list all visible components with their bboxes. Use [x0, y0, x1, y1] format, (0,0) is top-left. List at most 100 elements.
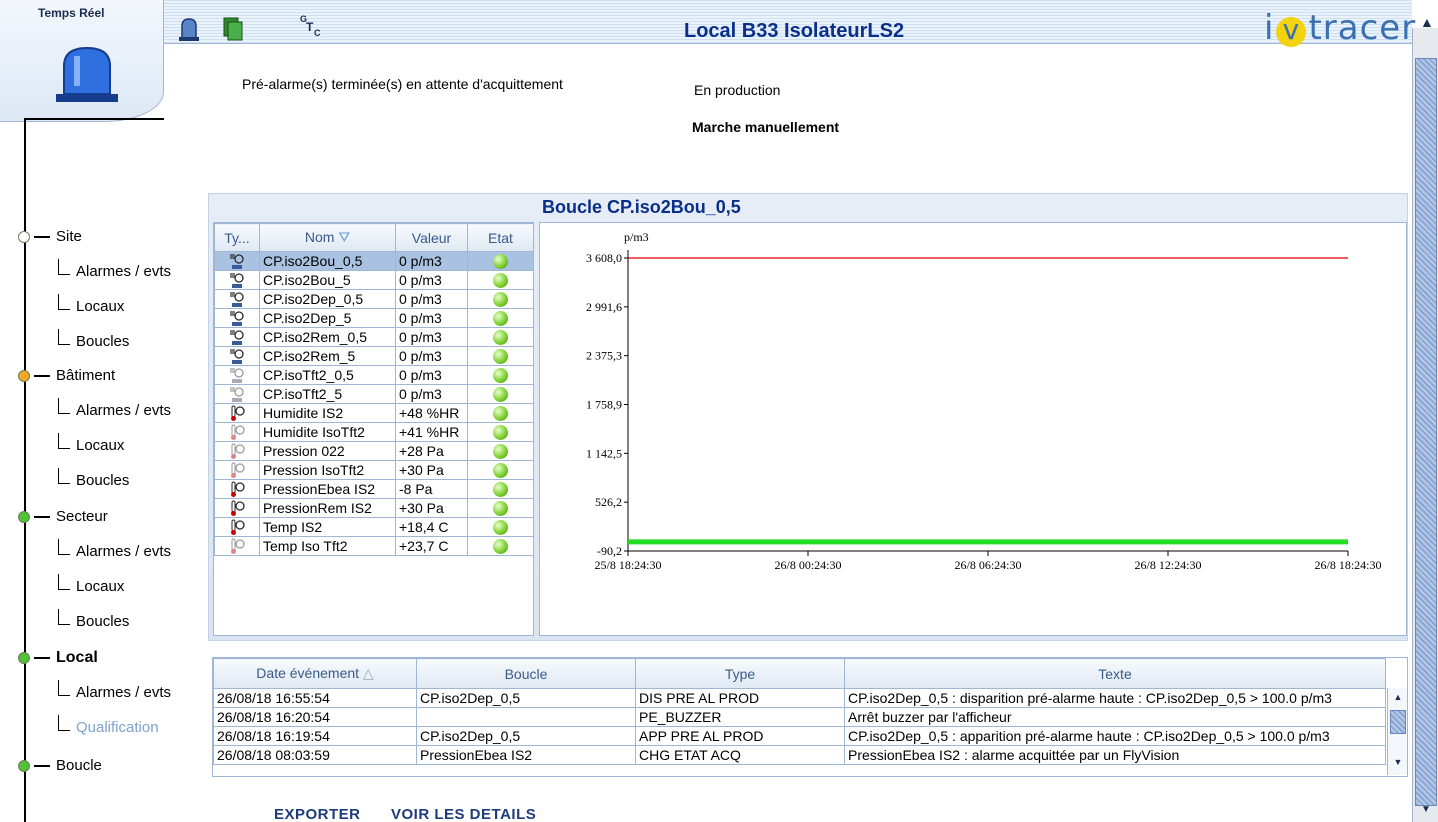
nav-item-3[interactable]: Local — [18, 649, 98, 667]
nav-item-2[interactable]: Secteur — [18, 508, 108, 525]
sensor-row[interactable]: CP.isoTft2_0,5 0 p/m3 — [214, 365, 534, 385]
event-row[interactable]: 26/08/18 16:20:54 PE_BUZZER Arrêt buzzer p… — [213, 707, 1386, 727]
event-row[interactable]: 26/08/18 08:03:59 PressionEbea IS2 CHG ETA… — [213, 745, 1386, 765]
sensor-value: +18,4 C — [395, 517, 468, 537]
documents-icon[interactable] — [220, 16, 246, 42]
sensor-row[interactable]: CP.iso2Rem_5 0 p/m3 — [214, 346, 534, 366]
nav-subitem-3-1[interactable]: Qualification — [58, 714, 159, 736]
sensor-name: CP.iso2Dep_5 — [259, 308, 396, 328]
x-tick-label: 26/8 12:24:30 — [1134, 558, 1201, 572]
logo-v: v — [1276, 16, 1307, 47]
nav-subitem-2-2[interactable]: Boucles — [58, 608, 129, 630]
sensor-name: CP.iso2Rem_5 — [259, 346, 396, 366]
gtc-icon[interactable]: G T C — [300, 14, 326, 40]
logo-i: i — [1264, 8, 1275, 48]
particle-counter-icon — [230, 386, 244, 402]
sensor-row[interactable]: Humidite IsoTft2 +41 %HR — [214, 422, 534, 442]
event-loop — [416, 707, 636, 727]
sensor-value: 0 p/m3 — [395, 384, 468, 404]
sensor-row[interactable]: CP.iso2Dep_0,5 0 p/m3 — [214, 289, 534, 309]
tree-elbow — [58, 258, 70, 275]
sensor-name: CP.iso2Bou_5 — [259, 270, 396, 290]
sensor-type-cell — [214, 498, 260, 518]
realtime-tab[interactable]: Temps Réel — [0, 0, 164, 122]
nav-subitem-2-1[interactable]: Locaux — [58, 573, 124, 595]
sensor-row[interactable]: Temp IS2 +18,4 C — [214, 517, 534, 537]
page-scrollbar[interactable]: ▼ — [1412, 28, 1438, 822]
nav-subitem-label: Boucles — [76, 333, 130, 350]
events-scroll-down-icon[interactable]: ▼ — [1390, 757, 1406, 771]
tree-elbow — [58, 293, 70, 310]
events-scrollbar[interactable]: ▲ ▼ — [1387, 688, 1407, 775]
sensor-name: Humidite IS2 — [259, 403, 396, 423]
sensor-row[interactable]: PressionRem IS2 +30 Pa — [214, 498, 534, 518]
sensor-row[interactable]: Pression 022 +28 Pa — [214, 441, 534, 461]
sensor-state-cell — [467, 422, 534, 442]
col-header-name[interactable]: Nom ⛛ — [259, 223, 396, 252]
thermometer-icon — [231, 500, 245, 516]
sensor-row[interactable]: CP.iso2Bou_5 0 p/m3 — [214, 270, 534, 290]
nav-item-0[interactable]: Site — [18, 228, 82, 245]
event-date: 26/08/18 08:03:59 — [213, 745, 417, 765]
particle-counter-icon — [230, 367, 244, 383]
event-row[interactable]: 26/08/18 16:19:54 CP.iso2Dep_0,5 APP PRE A… — [213, 726, 1386, 746]
sensor-type-cell — [214, 536, 260, 556]
y-tick-label: 526,2 — [595, 495, 622, 509]
tree-elbow — [58, 538, 70, 555]
particle-counter-icon — [230, 291, 244, 307]
sensor-state-cell — [467, 289, 534, 309]
sensor-row[interactable]: Temp Iso Tft2 +23,7 C — [214, 536, 534, 556]
thermometer-icon — [231, 481, 245, 497]
col-header-value[interactable]: Valeur — [395, 223, 468, 252]
y-tick-label: -90,2 — [597, 544, 622, 558]
nav-item-label: Boucle — [56, 757, 102, 774]
sensor-row[interactable]: PressionEbea IS2 -8 Pa — [214, 479, 534, 499]
scroll-down-arrow-icon[interactable]: ▼ — [1415, 804, 1437, 820]
col-header-type[interactable]: Ty... — [214, 223, 260, 252]
sensor-row[interactable]: CP.isoTft2_5 0 p/m3 — [214, 384, 534, 404]
nav-subitem-3-0[interactable]: Alarmes / evts — [58, 679, 171, 701]
nav-item-4[interactable]: Boucle — [18, 757, 102, 774]
sensor-state-cell — [467, 460, 534, 480]
nav-subitem-label: Alarmes / evts — [76, 263, 172, 280]
nav-subitem-1-1[interactable]: Locaux — [58, 432, 124, 454]
sensor-state-cell — [467, 479, 534, 499]
nav-subitem-0-0[interactable]: Alarmes / evts — [58, 258, 172, 280]
col-header-state[interactable]: Etat — [467, 223, 534, 252]
nav-subitem-1-0[interactable]: Alarmes / evts — [58, 397, 171, 419]
tree-elbow — [58, 679, 70, 696]
sensor-type-cell — [214, 517, 260, 537]
loop-title: Boucle CP.iso2Bou_0,5 — [542, 197, 741, 217]
filter-icon[interactable]: ⛛ — [338, 229, 350, 245]
nav-subitem-2-0[interactable]: Alarmes / evts — [58, 538, 171, 560]
sensor-row[interactable]: Pression IsoTft2 +30 Pa — [214, 460, 534, 480]
col-header-event-text[interactable]: Texte — [844, 658, 1386, 689]
page-scrollbar-thumb[interactable] — [1415, 58, 1437, 806]
events-scrollbar-thumb[interactable] — [1390, 710, 1406, 734]
col-header-event-date[interactable]: Date événement △ — [213, 658, 417, 689]
sensor-row[interactable]: CP.iso2Rem_0,5 0 p/m3 — [214, 327, 534, 347]
view-details-button[interactable]: VOIR LES DETAILS — [391, 806, 536, 822]
nav-subitem-0-2[interactable]: Boucles — [58, 328, 130, 350]
nav-item-1[interactable]: Bâtiment — [18, 367, 115, 384]
export-button[interactable]: EXPORTER — [274, 806, 361, 822]
event-type: CHG ETAT ACQ — [635, 745, 845, 765]
sensor-type-cell — [214, 422, 260, 442]
nav-subitem-1-2[interactable]: Boucles — [58, 467, 129, 489]
event-row[interactable]: 26/08/18 16:55:54 CP.iso2Dep_0,5 DIS PRE A… — [213, 688, 1386, 708]
nav-subitem-0-1[interactable]: Locaux — [58, 293, 124, 315]
sensor-row[interactable]: CP.iso2Dep_5 0 p/m3 — [214, 308, 534, 328]
sensor-row[interactable]: Humidite IS2 +48 %HR — [214, 403, 534, 423]
col-header-event-type[interactable]: Type — [635, 658, 845, 689]
status-led-icon — [493, 253, 508, 269]
event-type: PE_BUZZER — [635, 707, 845, 727]
col-header-loop[interactable]: Boucle — [416, 658, 636, 689]
y-tick-label: 2 375,3 — [586, 349, 622, 363]
bell-icon[interactable] — [176, 16, 202, 42]
y-axis-label: p/m3 — [624, 230, 649, 244]
sensor-state-cell — [467, 498, 534, 518]
sensor-type-cell — [214, 460, 260, 480]
sensor-row[interactable]: CP.iso2Bou_0,5 0 p/m3 — [214, 251, 534, 271]
events-scroll-up-icon[interactable]: ▲ — [1390, 692, 1406, 706]
sensor-value: 0 p/m3 — [395, 346, 468, 366]
